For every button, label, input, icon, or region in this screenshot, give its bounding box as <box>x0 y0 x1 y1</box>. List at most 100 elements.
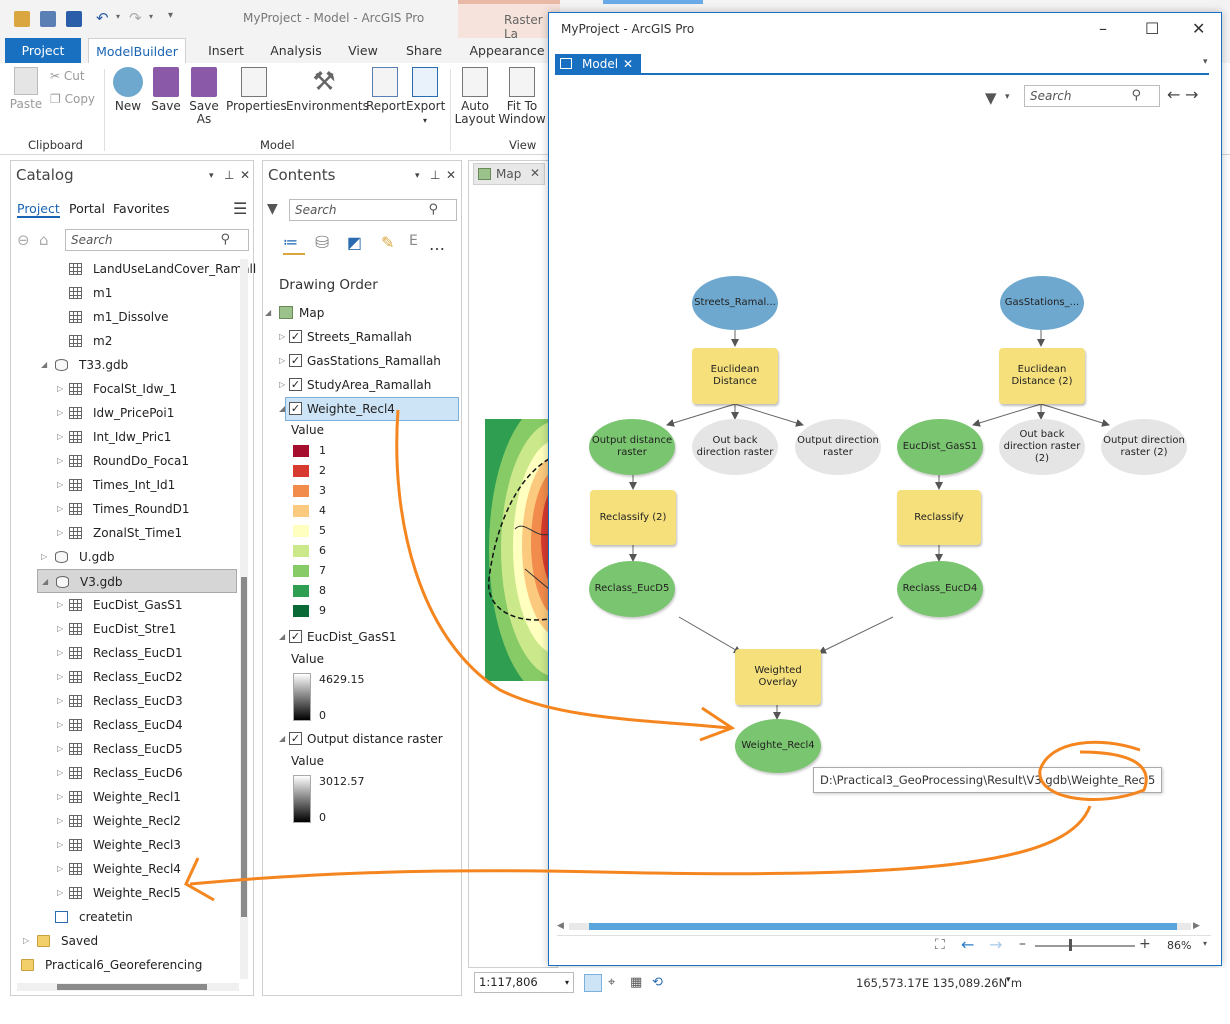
close-icon[interactable]: ✕ <box>530 166 540 180</box>
expand-icon[interactable]: ▷ <box>57 425 63 449</box>
model-tool-euclidean-distance-2[interactable]: Euclidean Distance (2) <box>999 348 1085 404</box>
save-model-button[interactable]: Save <box>150 67 182 113</box>
catalog-item[interactable]: m1_Dissolve <box>11 305 237 329</box>
selection-icon[interactable]: ◩ <box>347 233 362 252</box>
grid-toggle-icon[interactable] <box>584 974 602 992</box>
new-project-icon[interactable] <box>40 11 56 27</box>
layer-visibility-checkbox[interactable]: ✓ <box>289 378 302 391</box>
model-node-out-back-direction-raster-2[interactable]: Out back direction raster (2) <box>999 419 1085 475</box>
tab-project[interactable]: Project <box>5 38 81 63</box>
layer-row[interactable]: ▷ ✓ GasStations_Ramallah <box>277 349 457 373</box>
layer-visibility-checkbox[interactable]: ✓ <box>289 402 302 415</box>
zoom-level[interactable]: 86% <box>1167 939 1191 952</box>
search-icon[interactable]: ⚲ <box>428 202 438 217</box>
expand-icon[interactable]: ▷ <box>57 881 63 905</box>
cut-button[interactable]: ✂ Cut <box>50 69 85 83</box>
catalog-item[interactable]: ▷ Times_RoundD1 <box>11 497 237 521</box>
catalog-item[interactable]: ▷ EucDist_Stre1 <box>11 617 237 641</box>
expand-icon[interactable]: ▷ <box>57 689 63 713</box>
catalog-item[interactable]: LandUseLandCover_Ramall <box>11 257 256 281</box>
catalog-item[interactable]: ▷ Weighte_Recl4 <box>11 857 237 881</box>
catalog-vscroll-thumb[interactable] <box>241 577 247 917</box>
full-extent-icon[interactable]: ⛶ <box>935 937 945 953</box>
collapse-icon[interactable]: ◢ <box>42 570 48 594</box>
report-button[interactable]: Report <box>366 67 406 113</box>
coords-dropdown-icon[interactable]: ▾ <box>1006 975 1011 985</box>
save-project-icon[interactable] <box>66 11 82 27</box>
home-icon[interactable]: ⌂ <box>39 231 49 249</box>
expand-icon[interactable]: ▷ <box>57 449 63 473</box>
model-tool-reclassify[interactable]: Reclassify <box>897 490 981 545</box>
expand-icon[interactable]: ▷ <box>57 617 63 641</box>
catalog-item[interactable]: ▷ Saved <box>11 929 237 953</box>
tab-share[interactable]: Share <box>398 38 450 63</box>
model-tool-euclidean-distance[interactable]: Euclidean Distance <box>692 348 778 404</box>
model-tool-weighted-overlay[interactable]: Weighted Overlay <box>735 649 821 705</box>
redo-icon[interactable]: ↷ <box>129 9 142 27</box>
zoom-dropdown-icon[interactable]: ▾ <box>1203 939 1207 948</box>
expand-icon[interactable]: ▷ <box>57 737 63 761</box>
catalog-item[interactable]: ◢ T33.gdb <box>11 353 237 377</box>
data-source-icon[interactable]: ⛁ <box>315 233 329 253</box>
back-icon[interactable]: ⊖ <box>17 231 30 249</box>
expand-icon[interactable]: ▷ <box>23 929 29 953</box>
fit-to-window-button[interactable]: Fit To Window <box>498 67 546 126</box>
catalog-item[interactable]: ▷ FocalSt_Idw_1 <box>11 377 237 401</box>
layer-row-output-distance-raster[interactable]: ◢ ✓ Output distance raster <box>277 727 457 751</box>
expand-icon[interactable]: ▷ <box>57 785 63 809</box>
catalog-hscroll[interactable] <box>17 983 239 991</box>
catalog-search-input[interactable]: Search ⚲ <box>65 229 249 251</box>
model-node-reclass-eucd5[interactable]: Reclass_EucD5 <box>589 561 675 617</box>
table-icon[interactable]: ▦ <box>630 975 642 990</box>
map-view-tab[interactable]: Map ✕ <box>473 163 545 185</box>
customize-qat-icon[interactable]: ▾ <box>168 10 173 21</box>
environments-button[interactable]: ⚒ Environments <box>286 67 369 113</box>
copy-button[interactable]: ❐ Copy <box>50 92 95 106</box>
catalog-item[interactable]: ▷ Weighte_Recl1 <box>11 785 237 809</box>
layer-row[interactable]: ▷ ✓ Streets_Ramallah <box>277 325 457 349</box>
redo-dropdown-icon[interactable]: ▾ <box>149 12 153 21</box>
catalog-item[interactable]: createtin <box>11 905 237 929</box>
model-node-out-back-direction-raster[interactable]: Out back direction raster <box>692 419 778 475</box>
layer-row-weighte-recl4[interactable]: ◢ ✓ Weighte_Recl4 <box>277 397 457 421</box>
model-node-reclass-eucd4[interactable]: Reclass_EucD4 <box>897 561 983 617</box>
catalog-item[interactable]: ▷ Weighte_Recl5 <box>11 881 237 905</box>
catalog-vscroll[interactable] <box>240 259 248 979</box>
layer-visibility-checkbox[interactable]: ✓ <box>289 630 302 643</box>
collapse-icon[interactable]: ◢ <box>41 353 47 377</box>
undo-icon[interactable]: ↶ <box>96 9 109 27</box>
catalog-item[interactable]: ▷ EucDist_GasS1 <box>11 593 237 617</box>
more-icon[interactable]: … <box>429 235 445 254</box>
close-icon[interactable]: ✕ <box>240 168 250 182</box>
layer-visibility-checkbox[interactable]: ✓ <box>289 354 302 367</box>
catalog-item[interactable]: ▷ Weighte_Recl3 <box>11 833 237 857</box>
expand-icon[interactable]: ▷ <box>57 833 63 857</box>
snapping-icon[interactable]: ⌖ <box>608 975 615 990</box>
save-as-button[interactable]: Save As <box>186 67 222 126</box>
catalog-item[interactable]: ▷ ZonalSt_Time1 <box>11 521 237 545</box>
layer-visibility-checkbox[interactable]: ✓ <box>289 732 302 745</box>
next-extent-icon[interactable]: → <box>989 935 1002 954</box>
collapse-icon[interactable]: ◢ <box>279 397 285 421</box>
model-node-output-distance-raster[interactable]: Output distance raster <box>589 419 675 475</box>
zoom-slider-thumb[interactable] <box>1069 939 1072 951</box>
catalog-item[interactable]: m2 <box>11 329 237 353</box>
drawing-order-icon[interactable]: ≔ <box>283 233 305 255</box>
map-view[interactable]: Map ✕ <box>468 160 558 968</box>
editing-icon[interactable]: ✎ <box>381 233 394 252</box>
catalog-item[interactable]: ▷ Reclass_EucD2 <box>11 665 237 689</box>
expand-icon[interactable]: ▷ <box>57 857 63 881</box>
expand-icon[interactable]: ▷ <box>41 545 47 569</box>
layer-row[interactable]: ▷ ✓ StudyArea_Ramallah <box>277 373 457 397</box>
properties-button[interactable]: Properties <box>226 67 287 113</box>
expand-icon[interactable]: ▷ <box>279 349 285 373</box>
export-dropdown-icon[interactable]: ▾ <box>423 116 427 125</box>
expand-icon[interactable]: ▷ <box>279 373 285 397</box>
expand-icon[interactable]: ▷ <box>57 593 63 617</box>
catalog-item[interactable]: m1 <box>11 281 237 305</box>
catalog-hscroll-thumb[interactable] <box>57 984 207 990</box>
tab-modelbuilder[interactable]: ModelBuilder <box>88 38 186 63</box>
zoom-in-icon[interactable]: + <box>1139 936 1151 952</box>
layer-visibility-checkbox[interactable]: ✓ <box>289 330 302 343</box>
catalog-item[interactable]: ▷ Int_Idw_Pric1 <box>11 425 237 449</box>
